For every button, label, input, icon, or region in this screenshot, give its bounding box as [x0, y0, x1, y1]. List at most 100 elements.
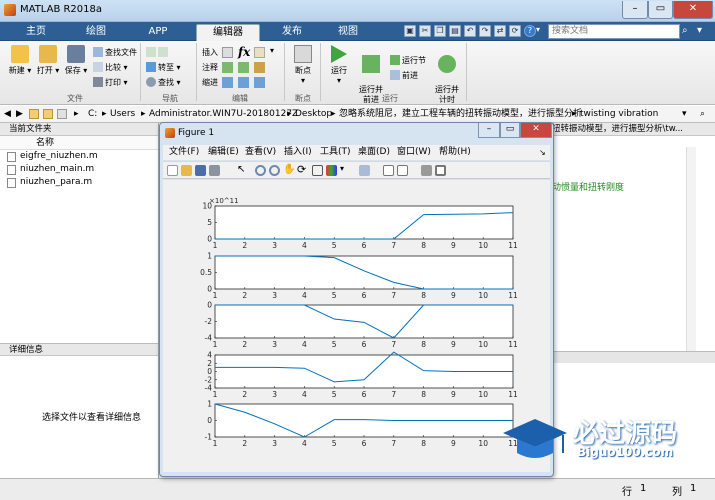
close-button[interactable]: ✕: [673, 1, 713, 19]
forward-icon[interactable]: ▶: [16, 106, 23, 122]
open-button[interactable]: 打开 ▾: [33, 45, 63, 76]
new-figure-icon[interactable]: [167, 165, 178, 176]
copy-icon[interactable]: ❐: [434, 25, 446, 37]
name-column-header[interactable]: 名称: [0, 136, 158, 150]
zoom-in-icon[interactable]: [255, 165, 266, 176]
wrap-comments-icon[interactable]: [254, 62, 265, 73]
cut-icon[interactable]: ✂: [419, 25, 431, 37]
figure-canvas[interactable]: 1 2 3 4 5 6 7 8 9 10 11 0 5 10 ×10^11 1 2 3 4 5 6 7 8 9 10 11 0 0.5…: [163, 180, 550, 472]
browse-folder-icon[interactable]: [43, 109, 53, 119]
path-part-user[interactable]: Administrator.WIN7U-20180127Z: [149, 106, 298, 122]
menu-insert[interactable]: 插入(I): [284, 145, 312, 160]
run-and-time-button[interactable]: 运行并 计时: [432, 45, 462, 105]
up-folder-icon[interactable]: [29, 109, 39, 119]
save-figure-icon[interactable]: [195, 165, 206, 176]
compare-button[interactable]: 比较 ▾: [93, 61, 128, 75]
path-part-desktop[interactable]: Desktop: [295, 106, 332, 122]
dock-figure-icon[interactable]: ↘: [539, 145, 546, 160]
back-icon[interactable]: ◀: [4, 106, 11, 122]
pan-hand-icon[interactable]: ✋: [283, 164, 295, 175]
maximize-button[interactable]: ▭: [648, 1, 673, 19]
search-icon[interactable]: ⌕: [682, 25, 694, 38]
path-part-folder[interactable]: 忽略系统阻尼，建立工程车辆的扭转振动模型，进行振型分析: [339, 106, 582, 122]
tab-editor[interactable]: 编辑器: [196, 24, 260, 41]
editor-tab-title[interactable]: 扭转振动模型，进行振型分析\tw...: [552, 123, 715, 136]
brush-dropdown-icon[interactable]: ▾: [340, 164, 344, 173]
print-button[interactable]: 打印 ▾: [93, 76, 128, 90]
menu-file[interactable]: 文件(F): [169, 145, 199, 160]
code-template-icon[interactable]: [254, 47, 265, 58]
tab-publish[interactable]: 发布: [270, 24, 314, 41]
editor-scrollbar[interactable]: [686, 147, 696, 357]
rotate-3d-icon[interactable]: ⟳: [297, 163, 306, 176]
tab-home[interactable]: 主页: [14, 24, 58, 41]
menu-desktop[interactable]: 桌面(D): [358, 145, 390, 160]
help-icon[interactable]: ?: [524, 25, 536, 37]
figure-window[interactable]: Figure 1 – ▭ ✕ 文件(F) 编辑(E) 查看(V) 插入(I) 工…: [159, 122, 554, 477]
back-forward-buttons[interactable]: [146, 46, 170, 60]
save-button[interactable]: 保存 ▾: [61, 45, 91, 76]
file-item[interactable]: niuzhen_main.m: [0, 163, 158, 176]
tab-view[interactable]: 视图: [326, 24, 370, 41]
tab-plots[interactable]: 绘图: [74, 24, 118, 41]
insert-colorbar-icon[interactable]: [383, 165, 394, 176]
file-item[interactable]: niuzhen_para.m: [0, 176, 158, 189]
advance-button[interactable]: 前进: [390, 69, 418, 83]
path-dropdown-icon[interactable]: ▾: [682, 106, 687, 122]
file-item[interactable]: eigfre_niuzhen.m: [0, 150, 158, 163]
edit-plot-arrow-icon[interactable]: ↖: [237, 164, 245, 175]
figure-maximize-button[interactable]: ▭: [500, 123, 520, 138]
edit-dropdown-icon[interactable]: ▾: [270, 46, 274, 55]
comment-icon[interactable]: [222, 62, 233, 73]
brush-icon[interactable]: [326, 165, 337, 176]
print-figure-icon[interactable]: [209, 165, 220, 176]
menu-window[interactable]: 窗口(W): [397, 145, 431, 160]
save-icon[interactable]: ▣: [404, 25, 416, 37]
indent-button[interactable]: 缩进: [202, 76, 218, 90]
redo-icon[interactable]: ↷: [479, 25, 491, 37]
menu-help[interactable]: 帮助(H): [439, 145, 471, 160]
subplots-svg[interactable]: 1 2 3 4 5 6 7 8 9 10 110510×10^111 2 3 4 5 6 7 8 9 10 1100.5…: [163, 180, 550, 472]
figure-close-button[interactable]: ✕: [520, 123, 552, 138]
menu-tools[interactable]: 工具(T): [320, 145, 351, 160]
menu-view[interactable]: 查看(V): [245, 145, 276, 160]
goto-button[interactable]: 转至 ▾: [146, 61, 181, 75]
hide-plot-tools-icon[interactable]: [421, 165, 432, 176]
insert-function-button[interactable]: fx: [238, 45, 250, 59]
menu-edit[interactable]: 编辑(E): [208, 145, 239, 160]
zoom-out-icon[interactable]: [269, 165, 280, 176]
increase-indent-icon[interactable]: [238, 77, 249, 88]
insert-legend-icon[interactable]: [397, 165, 408, 176]
run-button[interactable]: 运行 ▾: [324, 45, 354, 85]
decrease-indent-icon[interactable]: [254, 77, 265, 88]
find-files-button[interactable]: 查找文件: [93, 46, 137, 60]
insert-section-icon[interactable]: [222, 47, 233, 58]
percent-comment-icon[interactable]: [238, 62, 249, 73]
comment-button[interactable]: 注释: [202, 61, 218, 75]
search-documentation-input[interactable]: 搜索文档: [548, 24, 680, 39]
path-part-users[interactable]: Users: [110, 106, 135, 122]
tab-apps[interactable]: APP: [136, 24, 180, 41]
path-part-drive[interactable]: C:: [88, 106, 97, 122]
refresh-icon[interactable]: ⟳: [509, 25, 521, 37]
run-section-button[interactable]: 运行节: [390, 54, 426, 68]
figure-minimize-button[interactable]: –: [478, 123, 500, 138]
drive-icon[interactable]: [57, 109, 67, 119]
paste-icon[interactable]: ▤: [449, 25, 461, 37]
path-search-icon[interactable]: ⌕: [700, 106, 705, 122]
minimize-button[interactable]: –: [622, 1, 648, 19]
undo-icon[interactable]: ↶: [464, 25, 476, 37]
path-part-subfolder[interactable]: twisting vibration: [580, 106, 658, 122]
data-cursor-icon[interactable]: [312, 165, 323, 176]
breakpoints-button[interactable]: 断点 ▾: [288, 45, 318, 85]
link-plot-icon[interactable]: [359, 165, 370, 176]
help-dropdown-icon[interactable]: ▾: [536, 25, 540, 34]
open-file-icon[interactable]: [181, 165, 192, 176]
show-plot-tools-icon[interactable]: [435, 165, 446, 176]
insert-button[interactable]: 插入: [202, 46, 218, 60]
find-button[interactable]: 查找 ▾: [146, 76, 181, 90]
smart-indent-icon[interactable]: [222, 77, 233, 88]
collapse-toolstrip-icon[interactable]: ▾: [697, 25, 711, 38]
switch-windows-icon[interactable]: ⇄: [494, 25, 506, 37]
new-button[interactable]: 新建 ▾: [5, 45, 35, 76]
